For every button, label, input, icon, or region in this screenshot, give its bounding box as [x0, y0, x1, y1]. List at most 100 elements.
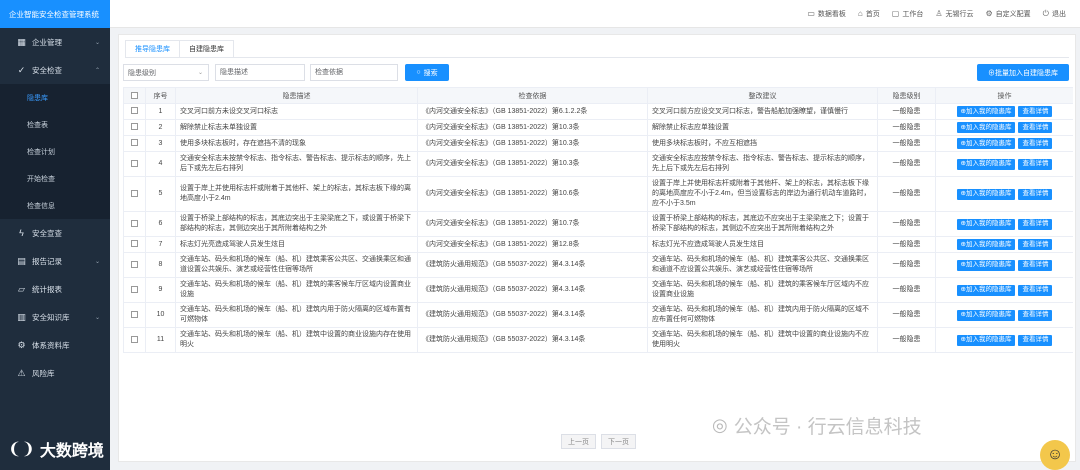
table-row: 4 交通安全标志未按禁令标志、指令标志、警告标志、提示标志的顺序，先上后下或先左后…	[123, 151, 1073, 177]
sidebar-item[interactable]: ⚠ 风险库	[0, 359, 110, 387]
header-item-home[interactable]: ⌂ 首页	[858, 9, 880, 19]
row-level: 一般隐患	[877, 277, 936, 303]
watermark-left-text: 大数跨境	[39, 443, 104, 460]
row-actions: ⊕加入我的隐患库 查看详情	[940, 284, 1069, 296]
tab-derived-hazard-library[interactable]: 推导隐患库	[125, 40, 180, 58]
row-basis: 《建筑防火通用规范》（GB 55037-2022）第4.3.14条	[417, 277, 648, 303]
chevron-icon: ⌄	[94, 258, 100, 265]
row-checkbox[interactable]	[131, 107, 138, 115]
sidebar-item[interactable]: ▤ 报告记录 ⌄	[0, 247, 110, 275]
row-select-cell[interactable]	[123, 103, 146, 120]
select-all-header[interactable]	[123, 87, 146, 104]
row-select-cell[interactable]	[123, 277, 146, 303]
table-row: 2 解除禁止标志未单独设置 《内河交通安全标志》（GB 13851-2022）第10…	[123, 119, 1073, 136]
hazard-table: 序号 隐患描述 检查依据 整改建议 隐患级别 操作 1 交叉河口前方未设交叉河口标…	[123, 87, 1073, 353]
row-actions: ⊕加入我的隐患库 查看详情	[940, 309, 1069, 321]
view-details-button[interactable]: 查看详情	[1018, 259, 1053, 271]
view-details-button[interactable]: 查看详情	[1018, 284, 1053, 296]
view-details-button[interactable]: 查看详情	[1018, 106, 1053, 117]
row-select-cell[interactable]	[123, 176, 146, 212]
row-checkbox[interactable]	[131, 335, 138, 343]
add-to-my-library-button[interactable]: ⊕加入我的隐患库	[956, 239, 1016, 250]
view-details-button[interactable]: 查看详情	[1018, 218, 1053, 230]
view-details-button[interactable]: 查看详情	[1018, 122, 1053, 133]
row-select-cell[interactable]	[123, 119, 146, 136]
row-advice: 交通安全标志应按禁令标志、指令标志、警告标志、提示标志的顺序，先上后下或先左后右…	[647, 151, 878, 177]
sidebar-item[interactable]: ▱ 统计报表	[0, 275, 110, 303]
row-description: 设置于岸上并使用标志杆或附着于其他杆、架上的标志，其标志板下缘的离地高度小于2.…	[175, 176, 418, 212]
header-item-user[interactable]: ♙ 无锡行云	[935, 9, 973, 19]
sidebar-subitem[interactable]: 隐患库	[0, 84, 110, 111]
add-to-my-library-button[interactable]: ⊕加入我的隐患库	[956, 122, 1016, 133]
add-to-my-library-button[interactable]: ⊕加入我的隐患库	[956, 259, 1016, 271]
sidebar-subitem[interactable]: 检查表	[0, 111, 110, 138]
prev-page-button[interactable]: 上一页	[561, 434, 596, 449]
header-item-monitor[interactable]: ▭ 数据看板	[807, 9, 846, 19]
view-details-button[interactable]: 查看详情	[1018, 138, 1053, 149]
batch-add-button[interactable]: ⊕批量加入自建隐患库	[977, 64, 1069, 81]
add-to-my-library-button[interactable]: ⊕加入我的隐患库	[956, 158, 1016, 170]
row-select-cell[interactable]	[123, 327, 146, 353]
view-details-button[interactable]: 查看详情	[1018, 334, 1053, 346]
row-checkbox[interactable]	[131, 260, 138, 268]
row-select-cell[interactable]	[123, 302, 146, 328]
add-to-my-library-button[interactable]: ⊕加入我的隐患库	[956, 309, 1016, 321]
header-item-label: 数据看板	[817, 10, 846, 18]
next-page-button[interactable]: 下一页	[601, 434, 636, 449]
row-checkbox[interactable]	[131, 189, 138, 197]
sidebar-item[interactable]: ⚙ 体系资料库	[0, 331, 110, 359]
view-details-button[interactable]: 查看详情	[1018, 309, 1053, 321]
hazard-level-select[interactable]: 隐患级别 ⌄	[123, 64, 209, 81]
row-checkbox[interactable]	[131, 219, 138, 227]
book-icon: ▥	[17, 311, 26, 322]
sidebar-item[interactable]: ✓ 安全检查 ⌃	[0, 56, 110, 84]
row-select-cell[interactable]	[123, 135, 146, 152]
table-row: 3 使用多块标志板时，存在遮挡不清的现象 《内河交通安全标志》（GB 13851-2…	[123, 135, 1073, 152]
search-button[interactable]: ○ 搜索	[405, 64, 449, 81]
add-to-my-library-button[interactable]: ⊕加入我的隐患库	[956, 138, 1016, 149]
add-to-my-library-button[interactable]: ⊕加入我的隐患库	[956, 334, 1016, 346]
view-details-button[interactable]: 查看详情	[1018, 239, 1053, 250]
row-checkbox[interactable]	[131, 123, 138, 131]
row-checkbox[interactable]	[131, 240, 138, 248]
add-to-my-library-button[interactable]: ⊕加入我的隐患库	[956, 218, 1016, 230]
row-select-cell[interactable]	[123, 252, 146, 278]
row-checkbox[interactable]	[131, 139, 138, 147]
add-to-my-library-button[interactable]: ⊕加入我的隐患库	[956, 284, 1016, 296]
sidebar-subitem[interactable]: 检查计划	[0, 138, 110, 165]
add-to-my-library-button[interactable]: ⊕加入我的隐患库	[956, 106, 1016, 117]
sidebar-item[interactable]: ▦ 企业管理 ⌄	[0, 28, 110, 56]
sidebar-subitem[interactable]: 开始检查	[0, 165, 110, 192]
row-actions: ⊕加入我的隐患库 查看详情	[940, 122, 1069, 133]
add-to-my-library-button[interactable]: ⊕加入我的隐患库	[956, 188, 1016, 200]
row-operation: ⊕加入我的隐患库 查看详情	[935, 327, 1073, 353]
header-item-power[interactable]: ⏻ 退出	[1043, 9, 1066, 19]
row-no: 10	[145, 302, 176, 328]
sidebar: 企业智能安全检查管理系统 ▦ 企业管理 ⌄ ✓ 安全检查 ⌃ 隐患库 检查表 检查计划 开始检查检…	[0, 0, 110, 470]
row-actions: ⊕加入我的隐患库 查看详情	[940, 218, 1069, 230]
sidebar-item[interactable]: ▥ 安全知识库 ⌄	[0, 303, 110, 331]
row-select-cell[interactable]	[123, 151, 146, 177]
hazard-description-input[interactable]	[215, 64, 305, 81]
row-no: 6	[145, 211, 176, 237]
select-all-checkbox[interactable]	[131, 91, 138, 99]
avatar[interactable]: ☺	[1040, 440, 1070, 470]
sidebar-menu: ▦ 企业管理 ⌄ ✓ 安全检查 ⌃ 隐患库 检查表 检查计划 开始检查 检查信息 ϟ 安全宣查 ▤ 报告记录…	[0, 28, 110, 387]
tab-custom-hazard-library[interactable]: 自建隐患库	[179, 40, 234, 58]
table-row: 9 交通车站、码头和机场的候车（船、机）建筑的乘客候车厅区域内设置商业设施 《建筑防…	[123, 277, 1073, 303]
row-checkbox[interactable]	[131, 310, 138, 318]
inspection-basis-input[interactable]	[310, 64, 398, 81]
view-details-button[interactable]: 查看详情	[1018, 158, 1053, 170]
header-item-desktop[interactable]: ▢ 工作台	[892, 9, 924, 19]
table-row: 5 设置于岸上并使用标志杆或附着于其他杆、架上的标志，其标志板下缘的离地高度小于2…	[123, 176, 1073, 212]
row-select-cell[interactable]	[123, 211, 146, 237]
header-item-gear[interactable]: ⚙ 自定义配置	[986, 9, 1031, 19]
sidebar-item[interactable]: ϟ 安全宣查	[0, 219, 110, 247]
table-row: 1 交叉河口前方未设交叉河口标志 《内河交通安全标志》（GB 13851-2022）…	[123, 103, 1073, 120]
row-checkbox[interactable]	[131, 159, 138, 167]
view-details-button[interactable]: 查看详情	[1018, 188, 1053, 200]
row-select-cell[interactable]	[123, 236, 146, 253]
main-panel: 推导隐患库 自建隐患库 隐患级别 ⌄ ○ 搜索 ⊕批量加入自建隐患库 序号 隐患…	[118, 34, 1076, 462]
sidebar-subitem[interactable]: 检查信息	[0, 192, 110, 219]
row-checkbox[interactable]	[131, 285, 138, 293]
